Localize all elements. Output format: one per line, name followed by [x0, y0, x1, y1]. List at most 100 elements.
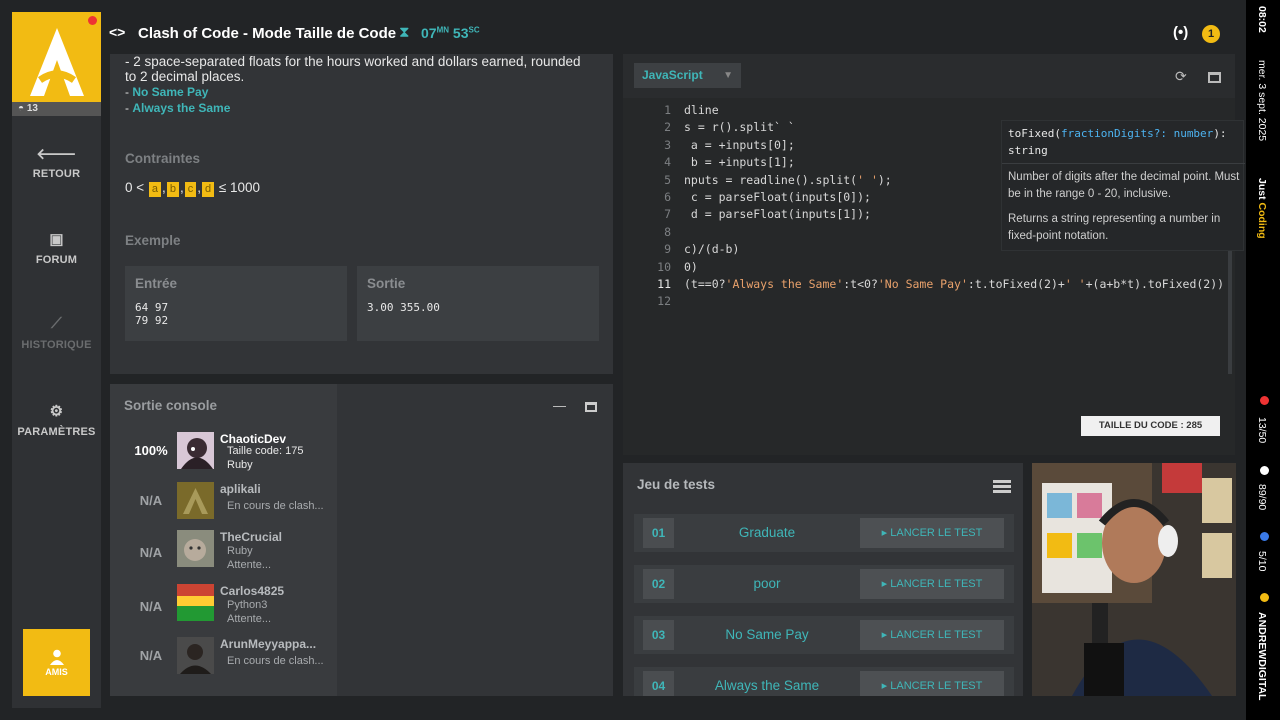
- player-detail: Taille code: 175: [227, 445, 304, 457]
- maximize-icon[interactable]: [585, 402, 597, 412]
- run-test-button[interactable]: ▸ LANCER LE TEST: [860, 569, 1004, 599]
- line-number: 8: [664, 224, 671, 239]
- player-row[interactable]: N/A ArunMeyyappa... En cours de clash...: [110, 637, 337, 677]
- player-row[interactable]: N/A TheCrucial Ruby Attente...: [110, 530, 337, 571]
- player-detail: En cours de clash...: [227, 655, 324, 667]
- avatar: [177, 530, 214, 567]
- nav-forum[interactable]: ▣ FORUM: [12, 230, 101, 266]
- page-title: Clash of Code - Mode Taille de Code: [138, 25, 397, 42]
- var-b: b: [166, 182, 179, 197]
- tooltip-param-doc: Number of digits after the decimal point…: [1008, 171, 1240, 200]
- code-string: 'Always the Same': [725, 277, 844, 292]
- maximize-icon[interactable]: [1208, 72, 1221, 83]
- timer-minutes: 07: [421, 25, 437, 41]
- avatar: [177, 482, 214, 519]
- forum-icon: ▣: [49, 231, 64, 248]
- avatar: [177, 584, 214, 621]
- tooltip-signature: toFixed(fractionDigits?: number): string: [1008, 125, 1244, 159]
- constraints-value: 0 < a,b,c,d ≤ 1000: [125, 180, 261, 197]
- player-detail: En cours de clash...: [227, 500, 324, 512]
- streamer-image: [1032, 463, 1236, 696]
- friends-button[interactable]: AMIS: [23, 629, 90, 696]
- player-row[interactable]: N/A aplikali En cours de clash...: [110, 482, 337, 522]
- broadcast-icon[interactable]: (•): [1173, 24, 1188, 41]
- avatar: [177, 637, 214, 674]
- nav-back[interactable]: 🡐 RETOUR: [12, 144, 101, 180]
- statement-list-item: - No Same Pay: [125, 85, 209, 99]
- line-number: 12: [657, 294, 671, 309]
- code-token: :t<0?: [843, 277, 878, 292]
- test-name: poor: [753, 576, 781, 591]
- ticker-channel: ANDREWDIGITAL: [1256, 612, 1268, 701]
- notification-count: 1: [1202, 25, 1220, 43]
- list-icon[interactable]: [993, 480, 1011, 493]
- line-number: 9: [664, 242, 671, 257]
- test-number: 02: [643, 569, 674, 599]
- player-language: Ruby: [227, 459, 253, 471]
- tests-title: Jeu de tests: [637, 477, 716, 492]
- timer: 07MN 53SC: [421, 25, 480, 41]
- console-title: Sortie console: [124, 398, 218, 413]
- line-number: 11: [657, 277, 671, 292]
- test-row: 03 No Same Pay ▸ LANCER LE TEST: [634, 616, 1014, 654]
- var-d: d: [201, 182, 215, 197]
- player-name: TheCrucial: [220, 530, 283, 544]
- player-name: Carlos4825: [220, 584, 285, 598]
- player-status: Attente...: [227, 613, 272, 625]
- nav-settings[interactable]: ⚙ PARAMÈTRES: [12, 402, 101, 438]
- line-number: 7: [664, 207, 671, 222]
- constraint-end: ≤ 1000: [218, 180, 261, 195]
- test-row: 04 Always the Same ▸ LANCER LE TEST: [634, 667, 1014, 696]
- player-row[interactable]: 100% ChaoticDev Taille code: 175 Ruby: [110, 432, 337, 472]
- ticker-tag-a: Just: [1256, 178, 1268, 203]
- player-score: N/A: [139, 648, 163, 663]
- run-test-button[interactable]: ▸ LANCER LE TEST: [860, 620, 1004, 650]
- language-value: JavaScript: [642, 68, 703, 82]
- reset-icon[interactable]: ⟳: [1175, 68, 1187, 85]
- line-number: 6: [664, 190, 671, 205]
- code-line: dline: [684, 103, 719, 117]
- thumb-icon: [1260, 532, 1269, 541]
- statement-panel: - 2 space-separated floats for the hours…: [110, 54, 613, 374]
- stream-ticker: 08:02 mer. 3 sept. 2025 Just Coding 13/5…: [1246, 0, 1280, 720]
- chevron-down-icon: ▼: [723, 70, 733, 81]
- tooltip-param: fractionDigits?: number: [1060, 127, 1214, 140]
- run-test-button[interactable]: ▸ LANCER LE TEST: [860, 671, 1004, 696]
- player-score: N/A: [139, 493, 163, 508]
- code-token: +(a+b*t).toFixed(2)): [1085, 277, 1225, 292]
- test-number: 01: [643, 518, 674, 548]
- code-brackets-icon: <>: [109, 24, 126, 40]
- output-value: 3.00 355.00: [367, 301, 440, 314]
- ticker-tag-b: Coding: [1256, 202, 1268, 239]
- language-select[interactable]: JavaScript ▼: [634, 63, 741, 88]
- constraints-title: Contraintes: [125, 151, 201, 166]
- notification-dot: [88, 16, 97, 25]
- statement-item-no-same-pay: No Same Pay: [132, 85, 209, 99]
- console-panel: Sortie console 100% ChaoticDev Taille co…: [110, 384, 613, 696]
- statement-item-always-same: Always the Same: [132, 101, 231, 115]
- player-list: Sortie console 100% ChaoticDev Taille co…: [110, 384, 337, 696]
- run-test-button[interactable]: ▸ LANCER LE TEST: [860, 518, 1004, 548]
- code-size-badge: TAILLE DU CODE : 285: [1081, 416, 1220, 436]
- code-string: 'No Same Pay': [877, 277, 968, 292]
- player-name: aplikali: [220, 482, 261, 496]
- timer-seconds-unit: SC: [468, 25, 480, 35]
- avatar: [177, 432, 214, 469]
- code-editor-panel: JavaScript ▼ ⟳ 1 2 3 4 5 6 7 8 9 10 11 1…: [623, 54, 1235, 497]
- player-name: ArunMeyyappa...: [220, 637, 317, 651]
- player-status: Attente...: [227, 559, 272, 571]
- nav-history[interactable]: ⟋ HISTORIQUE: [12, 315, 101, 351]
- player-row[interactable]: N/A Carlos4825 Python3 Attente...: [110, 584, 337, 625]
- code-token: nputs = readline().split(: [684, 172, 858, 187]
- code-token: );: [877, 172, 892, 187]
- minimize-icon[interactable]: —: [553, 398, 566, 413]
- tooltip-divider: [1002, 163, 1245, 164]
- player-score: N/A: [139, 599, 163, 614]
- level-value: 13: [26, 103, 38, 114]
- user-icon: [49, 649, 64, 665]
- code-line-active: (t==0?'Always the Same':t<0?'No Same Pay…: [684, 276, 1224, 293]
- tooltip-return-doc: Returns a string representing a number i…: [1008, 213, 1221, 242]
- player-score: 100%: [134, 443, 168, 458]
- app-logo[interactable]: ◓ 13: [12, 12, 101, 116]
